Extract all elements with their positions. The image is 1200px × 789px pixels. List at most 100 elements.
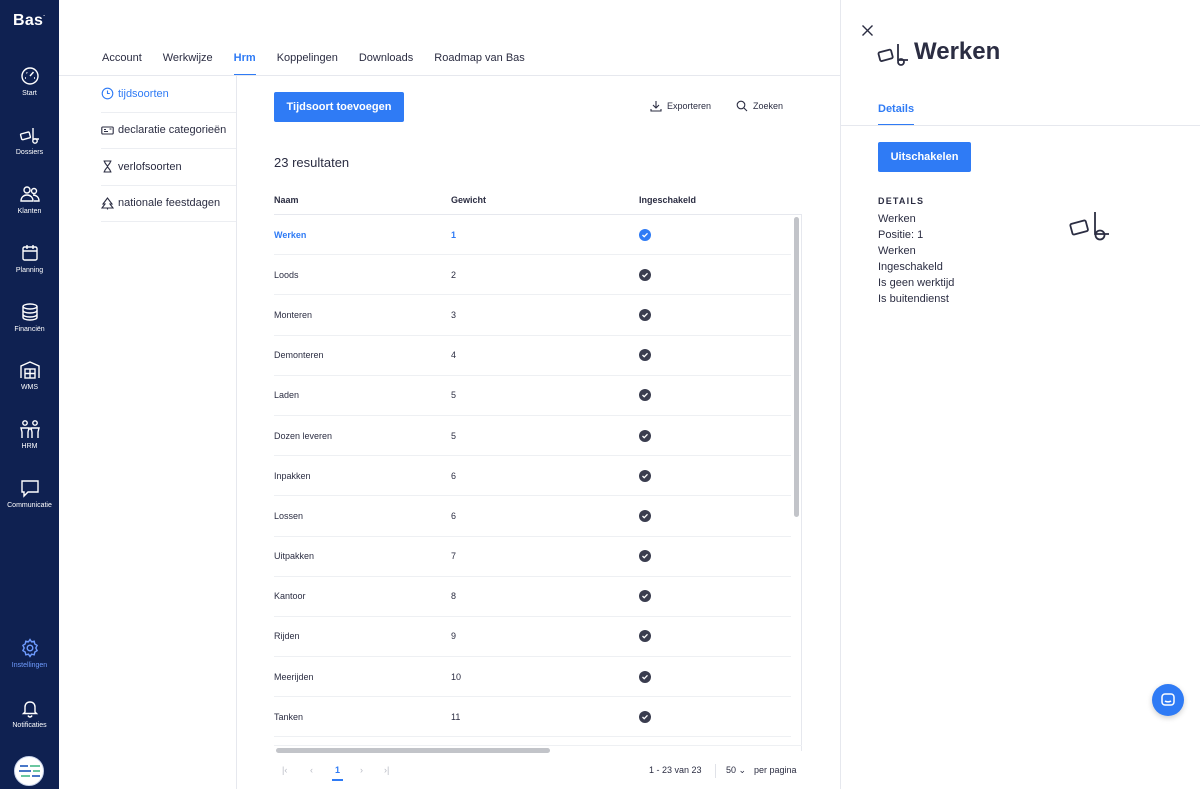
nav-item-communicatie[interactable]: Communicatie bbox=[0, 478, 59, 509]
main-nav: Bas. Start Dossiers Klanten Planning Fin… bbox=[0, 0, 59, 789]
check-icon bbox=[639, 228, 651, 241]
team-icon bbox=[19, 420, 40, 438]
table-row[interactable]: Loods 2 bbox=[274, 255, 791, 296]
per-page-select[interactable]: 50 ⌄ bbox=[726, 765, 746, 776]
detail-line: Positie: 1 bbox=[878, 229, 924, 241]
download-icon bbox=[650, 101, 662, 112]
check-icon bbox=[639, 550, 651, 563]
coins-icon bbox=[21, 303, 38, 321]
submenu-item-tijdsoorten[interactable]: tijdsoorten bbox=[101, 76, 236, 113]
submenu-divider bbox=[236, 76, 237, 789]
column-header-naam[interactable]: Naam bbox=[274, 195, 451, 214]
close-icon[interactable] bbox=[861, 24, 874, 37]
check-icon bbox=[639, 308, 651, 321]
receipt-icon bbox=[101, 126, 114, 135]
nav-item-klanten[interactable]: Klanten bbox=[0, 184, 59, 215]
prev-page-icon[interactable]: ‹ bbox=[310, 765, 313, 775]
last-page-icon[interactable]: ›| bbox=[384, 765, 389, 775]
first-page-icon[interactable]: |‹ bbox=[282, 765, 287, 775]
hourglass-icon bbox=[103, 160, 112, 173]
nav-item-financien[interactable]: Financiën bbox=[0, 302, 59, 333]
search-button[interactable]: Zoeken bbox=[736, 100, 783, 112]
nav-item-hrm[interactable]: HRM bbox=[0, 419, 59, 450]
page-range: 1 - 23 van 23 bbox=[649, 765, 702, 775]
warehouse-icon bbox=[19, 361, 40, 379]
submenu-item-feestdagen[interactable]: nationale feestdagen bbox=[101, 186, 236, 222]
table-row[interactable]: Rijden 9 bbox=[274, 617, 791, 658]
table-row[interactable]: Monteren 3 bbox=[274, 295, 791, 336]
nav-item-instellingen[interactable]: Instellingen bbox=[0, 638, 59, 669]
details-heading: DETAILS bbox=[878, 196, 925, 206]
tab-roadmap[interactable]: Roadmap van Bas bbox=[434, 52, 525, 76]
table-row[interactable]: Laden 5 bbox=[274, 376, 791, 416]
pager-divider bbox=[715, 764, 716, 778]
tab-werkwijze[interactable]: Werkwijze bbox=[163, 52, 213, 76]
table-row[interactable]: Tanken 11 bbox=[274, 697, 791, 738]
users-icon bbox=[19, 186, 40, 202]
settings-tabs: Account Werkwijze Hrm Koppelingen Downlo… bbox=[102, 52, 546, 76]
chevron-down-icon: ⌄ bbox=[738, 765, 747, 775]
detail-line: Is geen werktijd bbox=[878, 277, 955, 289]
column-header-gewicht[interactable]: Gewicht bbox=[451, 195, 639, 214]
tab-hrm[interactable]: Hrm bbox=[233, 52, 256, 76]
tab-details[interactable]: Details bbox=[878, 103, 915, 126]
table-row[interactable]: Lossen 6 bbox=[274, 496, 791, 537]
column-header-ingeschakeld[interactable]: Ingeschakeld bbox=[639, 195, 789, 214]
dolly-icon bbox=[877, 44, 908, 66]
table-row[interactable]: Kantoor 8 bbox=[274, 577, 791, 617]
clock-icon bbox=[101, 87, 114, 100]
horizontal-scrollbar[interactable] bbox=[276, 748, 550, 753]
table-row[interactable]: Meerijden 10 bbox=[274, 657, 791, 698]
chat-launcher-button[interactable] bbox=[1152, 684, 1184, 716]
search-icon bbox=[736, 100, 748, 112]
vertical-scrollbar[interactable] bbox=[794, 217, 799, 517]
check-icon bbox=[639, 429, 651, 442]
gear-icon bbox=[21, 638, 38, 658]
bell-icon bbox=[21, 701, 38, 718]
timetypes-table: Naam Gewicht Ingeschakeld Werken 1 Loods 2… bbox=[274, 195, 802, 751]
chat-icon bbox=[20, 480, 39, 498]
export-button[interactable]: Exporteren bbox=[650, 100, 711, 112]
check-icon bbox=[639, 670, 651, 683]
page-number[interactable]: 1 bbox=[331, 765, 344, 781]
table-body: Werken 1 Loods 2 Monteren 3 Demonteren 4 Lad… bbox=[274, 215, 802, 751]
nav-item-dossiers[interactable]: Dossiers bbox=[0, 125, 59, 156]
submenu-label: verlofsoorten bbox=[118, 160, 182, 173]
nav-item-notificaties[interactable]: Notificaties bbox=[0, 698, 59, 729]
per-page-label: per pagina bbox=[754, 765, 797, 775]
detail-line: Is buitendienst bbox=[878, 293, 949, 305]
table-row[interactable]: Werken 1 bbox=[274, 215, 791, 256]
tab-downloads[interactable]: Downloads bbox=[359, 52, 413, 76]
detail-line: Werken bbox=[878, 245, 916, 257]
check-icon bbox=[639, 389, 651, 402]
check-icon bbox=[639, 590, 651, 603]
results-count: 23 resultaten bbox=[274, 155, 350, 170]
next-page-icon[interactable]: › bbox=[360, 765, 363, 775]
nav-item-planning[interactable]: Planning bbox=[0, 243, 59, 274]
submenu-label: nationale feestdagen bbox=[118, 197, 221, 210]
avatar[interactable] bbox=[14, 756, 44, 786]
submenu-item-declaratie[interactable]: declaratie categorieën bbox=[101, 113, 236, 149]
disable-button[interactable]: Uitschakelen bbox=[878, 142, 971, 172]
nav-item-wms[interactable]: WMS bbox=[0, 360, 59, 391]
submenu-item-verlofsoorten[interactable]: verlofsoorten bbox=[101, 149, 236, 186]
detail-line: Ingeschakeld bbox=[878, 261, 943, 273]
tab-account[interactable]: Account bbox=[102, 52, 142, 76]
table-row[interactable]: Inpakken 6 bbox=[274, 456, 791, 497]
check-icon bbox=[639, 469, 651, 482]
tree-icon bbox=[101, 196, 114, 210]
table-row[interactable]: Uitpakken 7 bbox=[274, 537, 791, 577]
chat-icon bbox=[1161, 693, 1175, 706]
add-timetype-button[interactable]: Tijdsoort toevoegen bbox=[274, 92, 404, 122]
check-icon bbox=[639, 349, 651, 362]
nav-item-start[interactable]: Start bbox=[0, 66, 59, 97]
check-icon bbox=[639, 268, 651, 281]
tab-koppelingen[interactable]: Koppelingen bbox=[277, 52, 338, 76]
table-row[interactable]: Demonteren 4 bbox=[274, 336, 791, 376]
dolly-icon bbox=[19, 128, 39, 144]
check-icon bbox=[639, 710, 651, 723]
check-icon bbox=[639, 509, 651, 522]
brand-logo[interactable]: Bas. bbox=[13, 12, 45, 30]
submenu-label: declaratie categorieën bbox=[118, 124, 227, 137]
table-row[interactable]: Dozen leveren 5 bbox=[274, 416, 791, 457]
